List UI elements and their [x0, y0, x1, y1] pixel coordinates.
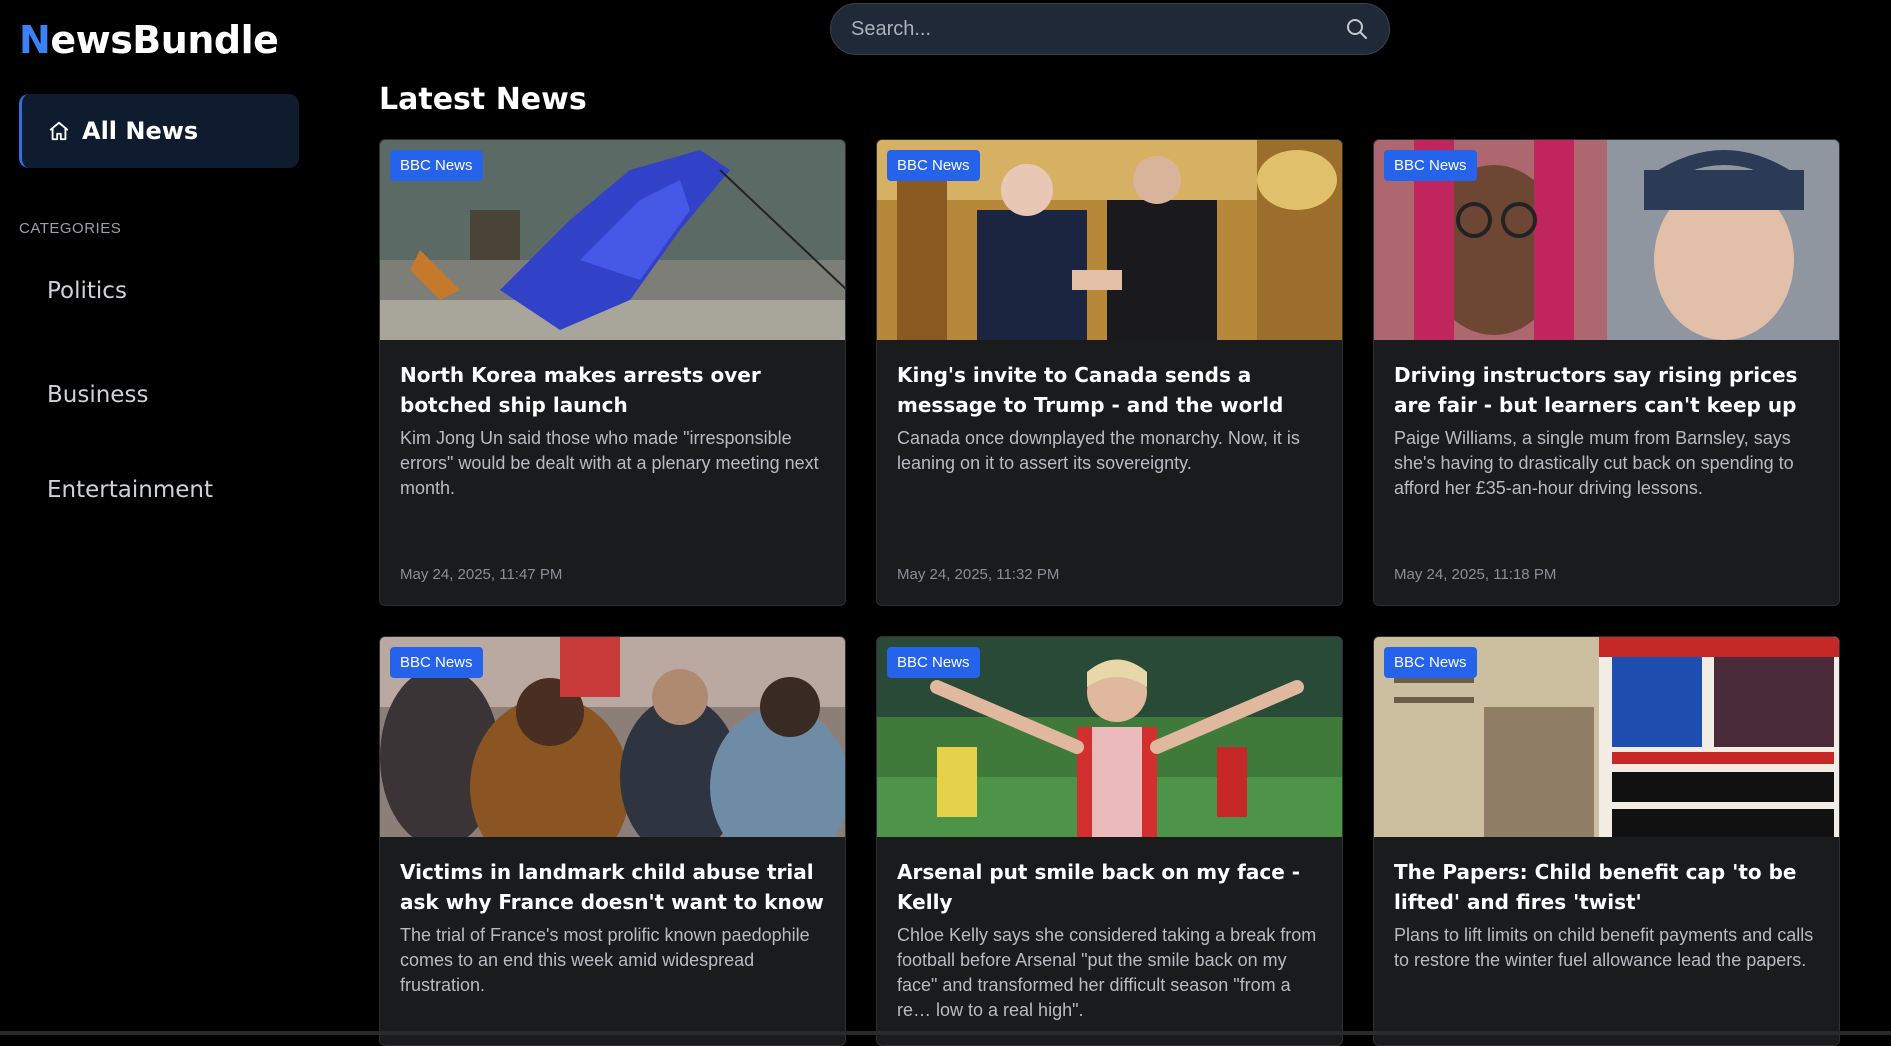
news-card[interactable]: BBC News Driving instructors say rising …: [1373, 139, 1840, 606]
sidebar-item-all-news[interactable]: All News: [19, 94, 299, 168]
article-description: The trial of France's most prolific know…: [400, 925, 810, 995]
window-bottom-edge: [0, 1031, 1891, 1035]
source-badge: BBC News: [390, 150, 483, 181]
article-image[interactable]: BBC News: [1374, 140, 1839, 340]
article-description: Kim Jong Un said those who made "irrespo…: [400, 428, 819, 498]
home-icon: [49, 121, 69, 141]
article-title[interactable]: Arsenal put smile back on my face - Kell…: [897, 857, 1322, 917]
search-input[interactable]: [851, 17, 1345, 41]
search-bar: [830, 3, 1390, 55]
app-logo[interactable]: NewsBundle: [19, 18, 279, 62]
article-date: May 24, 2025, 11:18 PM: [1394, 566, 1557, 583]
article-title[interactable]: North Korea makes arrests over botched s…: [400, 360, 825, 420]
categories-heading: CATEGORIES: [19, 220, 122, 237]
news-card[interactable]: BBC News The Papers: Child benefit cap '…: [1373, 636, 1840, 1046]
sidebar-item-business[interactable]: Business: [47, 382, 148, 408]
article-title[interactable]: Driving instructors say rising prices ar…: [1394, 360, 1819, 420]
sidebar-item-label: All News: [82, 117, 199, 145]
article-title[interactable]: King's invite to Canada sends a message …: [897, 360, 1322, 420]
source-badge: BBC News: [887, 647, 980, 678]
article-description: Plans to lift limits on child benefit pa…: [1394, 925, 1814, 970]
article-image[interactable]: BBC News: [380, 637, 845, 837]
article-date: May 24, 2025, 11:32 PM: [897, 566, 1060, 583]
logo-initial: N: [19, 18, 51, 62]
article-image[interactable]: BBC News: [877, 637, 1342, 837]
search-icon[interactable]: [1345, 17, 1369, 41]
article-image[interactable]: BBC News: [1374, 637, 1839, 837]
news-card[interactable]: BBC News King's invite to Canada sends a…: [876, 139, 1343, 606]
source-badge: BBC News: [1384, 150, 1477, 181]
sidebar-item-entertainment[interactable]: Entertainment: [47, 477, 213, 503]
article-image[interactable]: BBC News: [877, 140, 1342, 340]
logo-text: ewsBundle: [50, 18, 279, 62]
source-badge: BBC News: [1384, 647, 1477, 678]
news-card[interactable]: BBC News North Korea makes arrests over …: [379, 139, 846, 606]
article-title[interactable]: The Papers: Child benefit cap 'to be lif…: [1394, 857, 1819, 917]
article-title[interactable]: Victims in landmark child abuse trial as…: [400, 857, 825, 917]
news-card[interactable]: BBC News Arsenal put smile back on my fa…: [876, 636, 1343, 1046]
sidebar: NewsBundle All News CATEGORIES Politics …: [0, 0, 330, 1035]
article-description: Canada once downplayed the monarchy. Now…: [897, 428, 1300, 473]
article-image[interactable]: BBC News: [380, 140, 845, 340]
news-card[interactable]: BBC News Victims in landmark child abuse…: [379, 636, 846, 1046]
source-badge: BBC News: [887, 150, 980, 181]
article-description: Paige Williams, a single mum from Barnsl…: [1394, 428, 1794, 498]
article-date: May 24, 2025, 11:47 PM: [400, 566, 563, 583]
article-description: Chloe Kelly says she considered taking a…: [897, 925, 1317, 1020]
sidebar-item-politics[interactable]: Politics: [47, 278, 127, 304]
page-title: Latest News: [379, 82, 587, 117]
source-badge: BBC News: [390, 647, 483, 678]
